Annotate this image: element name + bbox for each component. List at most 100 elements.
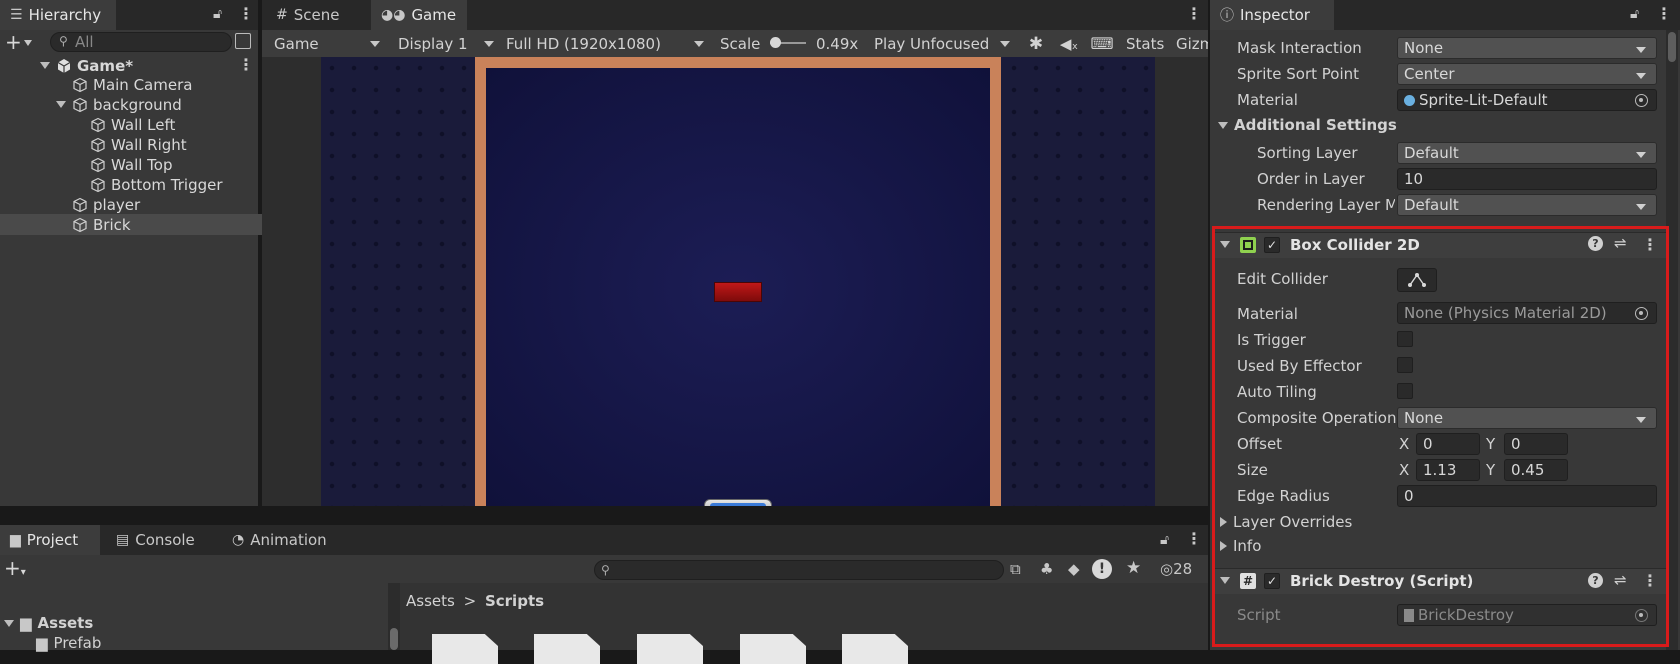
edge-radius-input[interactable]: 0 <box>1397 485 1657 507</box>
expand-arrow-icon[interactable] <box>1220 517 1227 527</box>
grid-icon: # <box>276 7 288 23</box>
info-foldout[interactable]: Info <box>1220 537 1261 555</box>
create-button[interactable]: + <box>5 30 22 54</box>
expand-arrow-icon[interactable] <box>1220 541 1227 551</box>
console-icon: ▤ <box>116 532 130 548</box>
rendering-layer-dropdown[interactable]: Default <box>1397 194 1657 216</box>
size-x-label[interactable]: X <box>1399 461 1409 479</box>
filter-by-label-icon[interactable]: ◆ <box>1068 560 1080 578</box>
is-trigger-checkbox[interactable] <box>1397 331 1413 347</box>
sprite-sort-point-dropdown[interactable]: Center <box>1397 63 1657 85</box>
script-file-icon[interactable] <box>740 634 806 664</box>
order-in-layer-input[interactable]: 10 <box>1397 168 1657 190</box>
lock-icon[interactable]: 🔓︎ <box>1630 6 1639 22</box>
project-menu-icon[interactable]: ⋮ <box>1186 529 1202 548</box>
scale-slider-thumb[interactable] <box>770 37 781 48</box>
brick-destroy-title: Brick Destroy (Script) <box>1290 572 1474 590</box>
game-mode-dropdown[interactable]: Game <box>268 30 386 57</box>
expand-arrow-icon[interactable] <box>1218 121 1228 129</box>
project-tree-scrollbar[interactable] <box>388 583 400 650</box>
offset-y-label[interactable]: Y <box>1486 435 1495 453</box>
script-file-icon[interactable] <box>637 634 703 664</box>
used-by-effector-checkbox[interactable] <box>1397 357 1413 373</box>
mask-interaction-dropdown[interactable]: None <box>1397 37 1657 59</box>
help-icon[interactable]: ? <box>1588 573 1603 588</box>
breadcrumb-assets[interactable]: Assets <box>406 592 455 610</box>
component-menu-icon[interactable]: ⋮ <box>1642 235 1658 254</box>
composite-operation-dropdown[interactable]: None <box>1397 407 1657 429</box>
gizmos-button[interactable]: Gizm <box>1170 30 1208 57</box>
bug-icon[interactable]: ✱ <box>1020 30 1052 57</box>
size-y-label[interactable]: Y <box>1486 461 1495 479</box>
mute-audio-icon[interactable]: ◀ₓ <box>1054 30 1084 57</box>
tab-inspector[interactable]: ⓘ Inspector <box>1210 0 1334 30</box>
script-hash-icon: # <box>1240 573 1256 589</box>
play-mode-dropdown[interactable]: Play Unfocused <box>868 30 1016 57</box>
expand-arrow-icon[interactable] <box>56 101 66 108</box>
animation-icon: ◔ <box>232 532 245 548</box>
hierarchy-menu-icon[interactable]: ⋮ <box>238 4 254 23</box>
offset-x-input[interactable]: 0 <box>1416 433 1480 455</box>
eye-icon: ◎ <box>1160 560 1174 578</box>
game-menu-icon[interactable]: ⋮ <box>1186 4 1202 23</box>
auto-tiling-checkbox[interactable] <box>1397 383 1413 399</box>
tab-project[interactable]: ▆ Project <box>0 525 100 555</box>
tab-animation[interactable]: ◔ Animation <box>222 525 332 555</box>
resolution-dropdown[interactable]: Full HD (1920x1080) <box>500 30 710 57</box>
sorting-layer-dropdown[interactable]: Default <box>1397 142 1657 164</box>
tab-hierarchy[interactable]: ☰ Hierarchy <box>0 0 116 30</box>
hierarchy-search-input[interactable]: ⚲ All <box>50 32 232 52</box>
game-viewport[interactable] <box>262 57 1208 506</box>
folder-icon: ▆ <box>20 614 32 632</box>
prefab-folder[interactable]: ▆ Prefab <box>36 634 101 652</box>
offset-x-label[interactable]: X <box>1399 435 1409 453</box>
help-icon[interactable]: ? <box>1588 236 1603 251</box>
hidden-packages-toggle[interactable]: ◎28 <box>1160 560 1192 578</box>
scene-menu-icon[interactable]: ⋮ <box>238 55 254 74</box>
object-picker-icon[interactable] <box>1635 307 1648 320</box>
script-file-icon[interactable] <box>842 634 908 664</box>
stats-button[interactable]: Stats <box>1120 30 1168 57</box>
collapse-arrow-icon[interactable] <box>1220 577 1230 584</box>
filter-by-type-icon[interactable]: ♣ <box>1040 560 1053 578</box>
component-enabled-checkbox[interactable]: ✓ <box>1264 237 1280 253</box>
breadcrumb-scripts[interactable]: Scripts <box>485 592 544 610</box>
project-search-input[interactable]: ⚲ <box>594 560 1004 580</box>
expand-arrow-icon[interactable] <box>40 62 50 69</box>
script-file-icon[interactable] <box>432 634 498 664</box>
search-by-type-icon[interactable]: ⧉ <box>1010 560 1021 578</box>
script-file-icon[interactable] <box>534 634 600 664</box>
script-enabled-checkbox[interactable]: ✓ <box>1264 573 1280 589</box>
layer-overrides-foldout[interactable]: Layer Overrides <box>1220 513 1352 531</box>
project-create-button[interactable]: +▾ <box>4 556 26 580</box>
presets-icon[interactable]: ⇌ <box>1614 571 1627 589</box>
keyboard-icon[interactable]: ⌨ <box>1086 30 1118 57</box>
expand-arrow-icon[interactable] <box>4 619 14 627</box>
physics-material-field[interactable]: None (Physics Material 2D) <box>1397 302 1657 324</box>
object-picker-icon[interactable] <box>1635 94 1648 107</box>
log-type-icon[interactable]: ! <box>1092 559 1112 579</box>
tab-scene[interactable]: # Scene <box>266 0 356 30</box>
assets-folder[interactable]: ▆ Assets <box>4 614 93 632</box>
presets-icon[interactable]: ⇌ <box>1614 234 1627 252</box>
collapse-arrow-icon[interactable] <box>1220 241 1230 248</box>
component-menu-icon[interactable]: ⋮ <box>1642 571 1658 590</box>
chevron-down-icon[interactable] <box>24 40 32 46</box>
edit-collider-button[interactable] <box>1397 268 1437 292</box>
size-x-input[interactable]: 1.13 <box>1416 459 1480 481</box>
lock-icon[interactable]: 🔓︎ <box>213 6 222 22</box>
tab-game[interactable]: ◕◕ Game <box>371 0 467 30</box>
inspector-menu-icon[interactable]: ⋮ <box>1656 4 1672 23</box>
scene-visibility-icon[interactable] <box>235 33 251 49</box>
favorites-star-icon[interactable]: ★ <box>1126 558 1141 578</box>
mask-interaction-label: Mask Interaction <box>1237 39 1362 57</box>
size-y-input[interactable]: 0.45 <box>1504 459 1568 481</box>
lock-icon[interactable]: 🔓︎ <box>1160 532 1169 548</box>
additional-settings-foldout[interactable]: Additional Settings <box>1218 116 1397 134</box>
gamepad-icon: ◕◕ <box>381 7 406 23</box>
offset-y-input[interactable]: 0 <box>1504 433 1568 455</box>
material-field[interactable]: Sprite-Lit-Default <box>1397 89 1657 111</box>
tab-console[interactable]: ▤ Console <box>106 525 206 555</box>
scale-slider[interactable]: Scale 0.49x <box>714 30 864 57</box>
display-dropdown[interactable]: Display 1 <box>392 30 500 57</box>
